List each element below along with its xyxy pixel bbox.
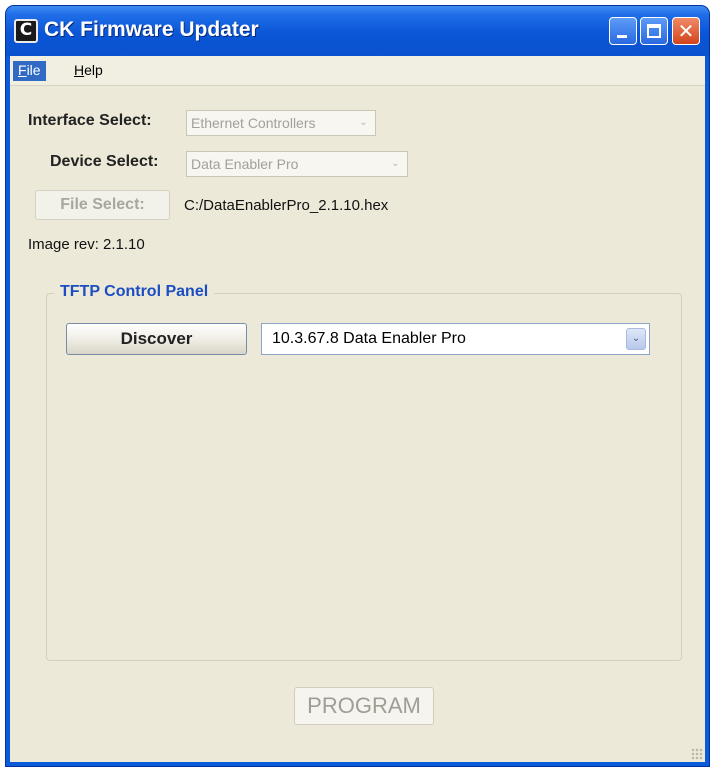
chevron-down-icon: ⌄ (391, 158, 400, 169)
app-logo-icon: C (14, 19, 38, 43)
menu-file[interactable]: File (13, 61, 46, 81)
minimize-button[interactable] (609, 17, 637, 45)
tftp-panel-title: TFTP Control Panel (54, 283, 215, 301)
device-select-label: Device Select: (50, 153, 159, 170)
chevron-down-icon: ⌄ (359, 117, 368, 128)
file-path-text: C:/DataEnablerPro_2.1.10.hex (184, 197, 389, 214)
discovered-device-value: 10.3.67.8 Data Enabler Pro (272, 330, 466, 347)
discovered-device-dropdown[interactable]: 10.3.67.8 Data Enabler Pro ⌄ (261, 323, 650, 355)
menu-help-mnemonic: H (74, 62, 85, 78)
close-button[interactable]: ✕ (672, 17, 700, 45)
interface-select-label: Interface Select: (28, 112, 152, 129)
discover-button[interactable]: Discover (66, 323, 247, 355)
device-select-value: Data Enabler Pro (191, 156, 299, 172)
menu-help-label: elp (84, 62, 103, 78)
close-icon: ✕ (677, 19, 695, 43)
file-select-button[interactable]: File Select: (35, 190, 170, 220)
image-revision-text: Image rev: 2.1.10 (28, 236, 145, 253)
app-window: C CK Firmware Updater ✕ File Help Interf… (6, 6, 709, 766)
window-title: CK Firmware Updater (44, 18, 259, 41)
menu-file-label: ile (26, 62, 41, 78)
interface-select-dropdown[interactable]: Ethernet Controllers ⌄ (186, 110, 376, 136)
interface-select-value: Ethernet Controllers (191, 115, 316, 131)
resize-grip[interactable] (691, 748, 703, 760)
program-button[interactable]: PROGRAM (294, 687, 434, 725)
maximize-icon (647, 24, 661, 38)
device-select-dropdown[interactable]: Data Enabler Pro ⌄ (186, 151, 408, 177)
minimize-icon (617, 35, 627, 38)
menu-bar: File Help (10, 56, 705, 86)
title-bar[interactable]: C CK Firmware Updater ✕ (6, 6, 709, 56)
window-client-area: File Help Interface Select: Ethernet Con… (10, 56, 705, 762)
chevron-down-icon: ⌄ (626, 328, 646, 350)
menu-file-mnemonic: F (18, 62, 27, 78)
menu-help[interactable]: Help (69, 61, 108, 81)
maximize-button[interactable] (640, 17, 668, 45)
